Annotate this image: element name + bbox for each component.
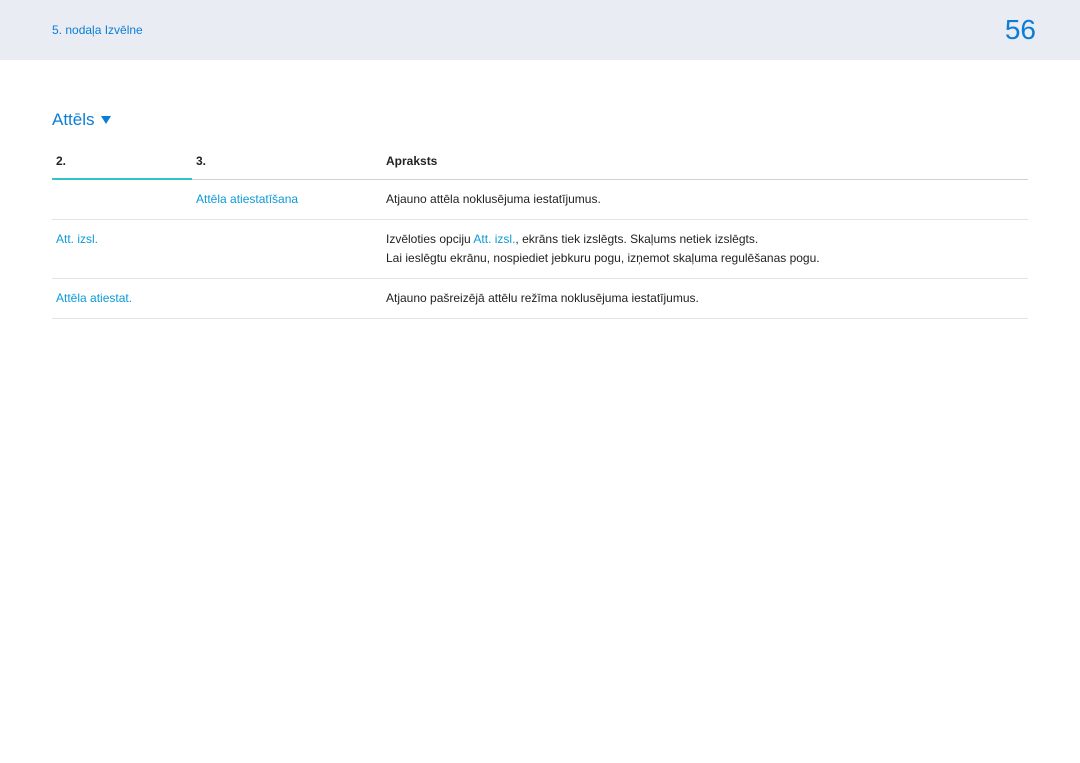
- breadcrumb[interactable]: 5. nodaļa Izvēlne: [52, 23, 143, 37]
- page-content: Attēls 2. 3. Apraksts Attēla atiestatīša…: [0, 60, 1080, 319]
- spec-table: 2. 3. Apraksts Attēla atiestatīšana Atja…: [52, 148, 1028, 319]
- cell-col2: [52, 179, 192, 219]
- table-row: Attēla atiestatīšana Atjauno attēla nokl…: [52, 179, 1028, 219]
- section-title-label: Attēls: [52, 110, 95, 130]
- page-number: 56: [1005, 14, 1036, 46]
- cell-col3[interactable]: Attēla atiestatīšana: [192, 179, 382, 219]
- table-header-row: 2. 3. Apraksts: [52, 148, 1028, 178]
- col-header-2: 2.: [52, 148, 192, 178]
- cell-col2[interactable]: Att. izsl.: [52, 219, 192, 278]
- page-header: 5. nodaļa Izvēlne 56: [0, 0, 1080, 60]
- cell-col2[interactable]: Attēla atiestat.: [52, 279, 192, 319]
- desc-text: Izvēloties opciju: [386, 232, 473, 246]
- table-row: Att. izsl. Izvēloties opciju Att. izsl.,…: [52, 219, 1028, 278]
- section-title[interactable]: Attēls: [52, 110, 111, 130]
- cell-desc: Atjauno pašreizējā attēlu režīma noklusē…: [382, 279, 1028, 319]
- cell-col3: [192, 279, 382, 319]
- cell-desc: Izvēloties opciju Att. izsl., ekrāns tie…: [382, 219, 1028, 278]
- desc-text: , ekrāns tiek izslēgts. Skaļums netiek i…: [515, 232, 758, 246]
- col-header-desc: Apraksts: [382, 148, 1028, 178]
- col-header-3: 3.: [192, 148, 382, 178]
- cell-col3: [192, 219, 382, 278]
- triangle-down-icon: [101, 116, 111, 124]
- desc-text: Lai ieslēgtu ekrānu, nospiediet jebkuru …: [386, 251, 820, 265]
- table-row: Attēla atiestat. Atjauno pašreizējā attē…: [52, 279, 1028, 319]
- cell-desc: Atjauno attēla noklusējuma iestatījumus.: [382, 179, 1028, 219]
- inline-link[interactable]: Att. izsl.: [473, 232, 515, 246]
